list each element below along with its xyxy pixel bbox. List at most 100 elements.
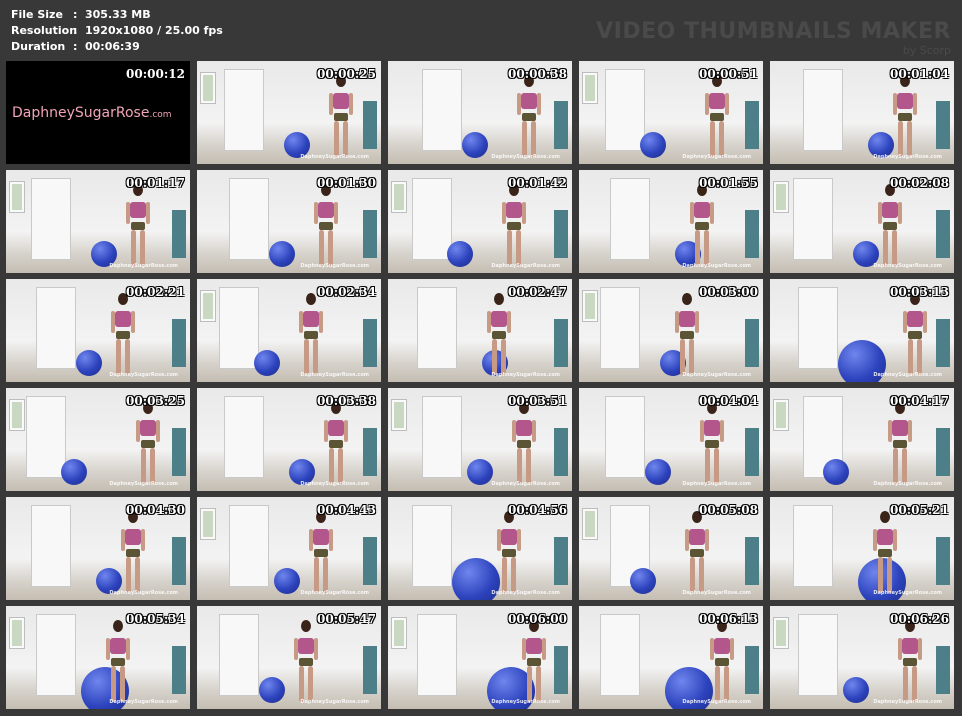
performer-arm bbox=[314, 202, 318, 224]
performer-bottom bbox=[878, 549, 892, 557]
watermark: DaphneySugarRose.com bbox=[300, 590, 369, 596]
teal-cabinet bbox=[745, 537, 759, 585]
thumbnail[interactable]: DaphneySugarRose.com 00:02:21 bbox=[6, 279, 190, 382]
performer-top bbox=[679, 311, 695, 327]
watermark: DaphneySugarRose.com bbox=[300, 263, 369, 269]
thumbnail[interactable]: DaphneySugarRose.com 00:04:17 bbox=[770, 388, 954, 491]
performer-bottom bbox=[695, 222, 709, 230]
window bbox=[582, 508, 598, 540]
performer-leg bbox=[526, 448, 531, 484]
teal-cabinet bbox=[554, 537, 568, 585]
thumbnail[interactable]: DaphneySugarRose.com 00:04:04 bbox=[579, 388, 763, 491]
closet-door bbox=[600, 287, 640, 369]
thumbnail[interactable]: DaphneySugarRose.com 00:06:00 bbox=[388, 606, 572, 709]
timestamp: 00:05:34 bbox=[126, 612, 185, 626]
performer-leg bbox=[536, 666, 541, 702]
thumbnail[interactable]: DaphneySugarRose.com 00:04:56 bbox=[388, 497, 572, 600]
thumbnail[interactable]: DaphneySugarRose.com 00:01:17 bbox=[6, 170, 190, 273]
watermark: DaphneySugarRose.com bbox=[491, 154, 560, 160]
performer-arm bbox=[532, 420, 536, 442]
thumbnail[interactable]: DaphneySugarRose.com 00:05:08 bbox=[579, 497, 763, 600]
teal-cabinet bbox=[554, 101, 568, 149]
thumbnail[interactable]: DaphneySugarRose.com 00:01:42 bbox=[388, 170, 572, 273]
closet-door bbox=[798, 614, 838, 696]
performer-top bbox=[333, 93, 349, 109]
thumbnail[interactable]: DaphneySugarRose.com 00:00:38 bbox=[388, 61, 572, 164]
timestamp: 00:04:17 bbox=[890, 394, 949, 408]
thumbnail[interactable]: DaphneySugarRose.com 00:03:38 bbox=[197, 388, 381, 491]
closet-door bbox=[26, 396, 66, 478]
performer-leg bbox=[334, 121, 339, 157]
thumbnail[interactable]: DaphneySugarRose.com 00:04:30 bbox=[6, 497, 190, 600]
performer-head bbox=[301, 620, 311, 632]
timestamp: 00:03:38 bbox=[317, 394, 376, 408]
performer bbox=[898, 620, 922, 704]
watermark: DaphneySugarRose.com bbox=[491, 590, 560, 596]
performer-leg bbox=[329, 448, 334, 484]
thumbnail[interactable]: DaphneySugarRose.com 00:00:51 bbox=[579, 61, 763, 164]
performer-bottom bbox=[319, 222, 333, 230]
timestamp: 00:02:21 bbox=[126, 285, 185, 299]
performer-bottom bbox=[492, 331, 506, 339]
teal-cabinet bbox=[745, 428, 759, 476]
thumbnail[interactable]: DaphneySugarRose.com 00:02:08 bbox=[770, 170, 954, 273]
logo-name: DaphneySugarRose bbox=[12, 105, 150, 121]
timestamp: 00:01:30 bbox=[317, 176, 376, 190]
exercise-ball bbox=[630, 568, 656, 594]
teal-cabinet bbox=[745, 101, 759, 149]
thumbnail[interactable]: DaphneySugarRose.com 00:05:47 bbox=[197, 606, 381, 709]
performer-top bbox=[115, 311, 131, 327]
teal-cabinet bbox=[172, 646, 186, 694]
performer-bottom bbox=[517, 440, 531, 448]
separator: : bbox=[73, 8, 78, 21]
thumbnail[interactable]: DaphneySugarRose.com 00:05:34 bbox=[6, 606, 190, 709]
logo-suffix: .com bbox=[149, 110, 172, 120]
thumbnail[interactable]: DaphneySugarRose.com 00:03:13 bbox=[770, 279, 954, 382]
timestamp: 00:03:51 bbox=[508, 394, 567, 408]
timestamp: 00:03:13 bbox=[890, 285, 949, 299]
file-info: File Size : 305.33 MB Resolution : 1920x… bbox=[11, 7, 223, 55]
performer-leg bbox=[140, 230, 145, 266]
performer bbox=[136, 402, 160, 486]
thumbnail[interactable]: DaphneySugarRose.com 00:05:21 bbox=[770, 497, 954, 600]
brand: VIDEO THUMBNAILS MAKER by Scorp bbox=[596, 20, 951, 57]
performer-arm bbox=[156, 420, 160, 442]
performer-arm bbox=[522, 202, 526, 224]
thumbnail[interactable]: DaphneySugarRose.com 00:06:13 bbox=[579, 606, 763, 709]
performer-bottom bbox=[131, 222, 145, 230]
watermark: DaphneySugarRose.com bbox=[300, 372, 369, 378]
thumbnail[interactable]: DaphneySugarRose.com 00:03:51 bbox=[388, 388, 572, 491]
performer-leg bbox=[719, 121, 724, 157]
performer-leg bbox=[126, 557, 131, 593]
thumbnail[interactable]: DaphneySugarRose.com 00:02:47 bbox=[388, 279, 572, 382]
resolution-row: Resolution : 1920x1080 / 25.00 fps bbox=[11, 23, 223, 39]
performer-arm bbox=[512, 420, 516, 442]
thumbnail[interactable]: DaphneySugarRose.com 00:06:26 bbox=[770, 606, 954, 709]
thumbnail[interactable]: DaphneySugarRose.com 00:01:30 bbox=[197, 170, 381, 273]
site-logo: DaphneySugarRose.com bbox=[12, 105, 172, 121]
thumbnail[interactable]: DaphneySugarRose.com 00:00:12 bbox=[6, 61, 190, 164]
thumbnail[interactable]: DaphneySugarRose.com 00:01:55 bbox=[579, 170, 763, 273]
performer-arm bbox=[349, 93, 353, 115]
performer-bottom bbox=[329, 440, 343, 448]
teal-cabinet bbox=[554, 210, 568, 258]
thumbnail[interactable]: DaphneySugarRose.com 00:00:25 bbox=[197, 61, 381, 164]
watermark: DaphneySugarRose.com bbox=[109, 372, 178, 378]
performer-arm bbox=[710, 202, 714, 224]
closet-door bbox=[793, 505, 833, 587]
performer-arm bbox=[299, 311, 303, 333]
performer bbox=[497, 511, 521, 595]
performer-top bbox=[907, 311, 923, 327]
performer-bottom bbox=[502, 549, 516, 557]
duration-row: Duration : 00:06:39 bbox=[11, 39, 223, 55]
thumbnail[interactable]: DaphneySugarRose.com 00:04:43 bbox=[197, 497, 381, 600]
performer-leg bbox=[150, 448, 155, 484]
thumbnail[interactable]: DaphneySugarRose.com 00:03:00 bbox=[579, 279, 763, 382]
thumbnail[interactable]: DaphneySugarRose.com 00:01:04 bbox=[770, 61, 954, 164]
thumbnail[interactable]: DaphneySugarRose.com 00:02:34 bbox=[197, 279, 381, 382]
file-size-label: File Size bbox=[11, 8, 63, 21]
timestamp: 00:06:13 bbox=[699, 612, 758, 626]
thumbnail[interactable]: DaphneySugarRose.com 00:03:25 bbox=[6, 388, 190, 491]
performer-bottom bbox=[314, 549, 328, 557]
watermark: DaphneySugarRose.com bbox=[682, 372, 751, 378]
